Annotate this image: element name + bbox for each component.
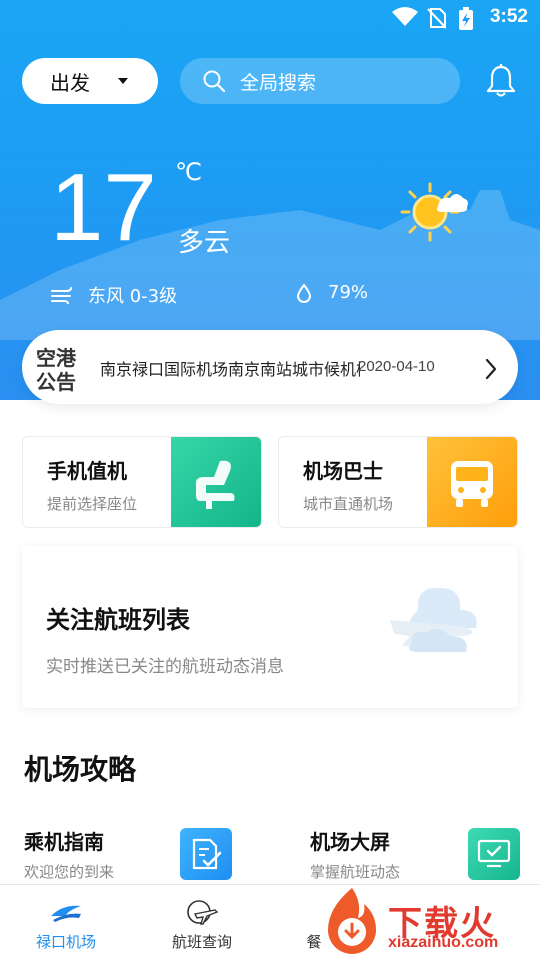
document-check-icon[interactable] (180, 828, 232, 880)
card-subtitle: 提前选择座位 (47, 495, 138, 513)
airport-notice-bar[interactable]: 空港公告 南京禄口国际机场南京南站城市候机楼 2020-04-10 (22, 330, 518, 404)
mobile-checkin-card[interactable]: 手机值机 提前选择座位 (22, 436, 262, 528)
caret-down-icon (118, 78, 128, 84)
watermark-subtext: xiazaihuo.com (388, 934, 499, 951)
search-placeholder: 全局搜索 (240, 71, 317, 94)
bus-image (427, 437, 517, 527)
notification-bell-icon[interactable] (486, 64, 516, 98)
temperature-unit: ℃ (175, 158, 202, 186)
temperature-value: 17 (50, 154, 157, 261)
followed-flights-card[interactable]: 关注航班列表 实时推送已关注的航班动态消息 (22, 546, 518, 708)
guide-title: 机场大屏 (310, 830, 390, 854)
wifi-icon (392, 7, 418, 26)
status-bar: 3:52 (0, 0, 540, 36)
card-subtitle: 城市直通机场 (303, 495, 394, 513)
plane-cloud-illustration (390, 587, 477, 652)
seat-image (171, 437, 261, 527)
partly-cloudy-icon (400, 182, 468, 242)
nav-tab-lukou-airport[interactable]: 禄口机场 (16, 895, 116, 952)
notice-text: 南京禄口国际机场南京南站城市候机楼 (100, 360, 360, 379)
notice-tag: 空港公告 (36, 346, 76, 394)
departure-dropdown[interactable]: 出发 (22, 58, 158, 104)
departure-label: 出发 (50, 70, 90, 95)
no-sim-icon (427, 8, 446, 29)
plane-globe-icon (187, 900, 219, 925)
global-search-bar[interactable]: 全局搜索 (180, 58, 460, 104)
guide-subtitle: 欢迎您的到来 (24, 863, 115, 881)
chevron-right-icon (485, 358, 497, 380)
follow-subtitle: 实时推送已关注的航班动态消息 (46, 657, 284, 677)
flame-logo-icon (328, 888, 376, 954)
notice-date: 2020-04-10 (358, 358, 435, 375)
airport-screen-item[interactable]: 机场大屏 掌握航班动态 (310, 826, 400, 882)
wind-text: 东风 0-3级 (88, 286, 178, 307)
card-title: 机场巴士 (303, 459, 383, 483)
section-title-airport-guide: 机场攻略 (24, 753, 137, 786)
wind-icon (51, 287, 72, 304)
search-icon (203, 70, 226, 93)
guide-subtitle: 掌握航班动态 (310, 863, 401, 881)
status-time: 3:52 (489, 6, 528, 27)
bus-icon (451, 461, 493, 507)
nav-label: 航班查询 (171, 933, 232, 951)
weather-condition: 多云 (178, 228, 231, 258)
card-title: 手机值机 (47, 459, 127, 483)
follow-title: 关注航班列表 (46, 606, 190, 634)
watermark-logo: 下载火 xiazaihuo.com (318, 884, 540, 960)
airport-bus-card[interactable]: 机场巴士 城市直通机场 (278, 436, 518, 528)
monitor-check-icon[interactable] (468, 828, 520, 880)
wind-info: 东风 0-3级 (50, 282, 177, 308)
water-drop-icon (296, 282, 312, 303)
guide-title: 乘机指南 (24, 830, 104, 854)
boarding-guide-item[interactable]: 乘机指南 欢迎您的到来 (24, 826, 114, 882)
battery-charging-icon (459, 7, 473, 30)
humidity-info: 79% (296, 282, 368, 303)
humidity-text: 79% (328, 282, 369, 303)
nav-label: 禄口机场 (35, 933, 96, 951)
nav-tab-flight-search[interactable]: 航班查询 (152, 895, 252, 952)
airport-logo-icon (51, 905, 81, 922)
seat-icon (196, 460, 235, 509)
